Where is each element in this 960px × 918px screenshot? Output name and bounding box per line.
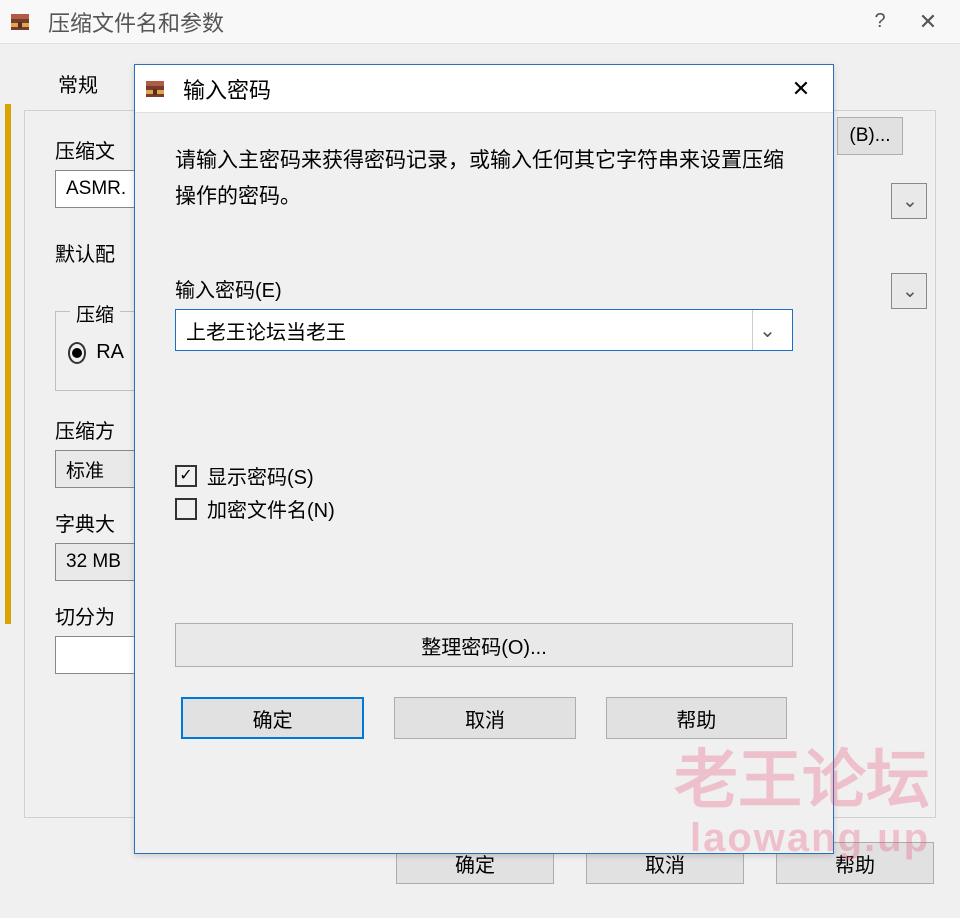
help-button-icon[interactable]: ? bbox=[856, 2, 904, 42]
organize-passwords-button[interactable]: 整理密码(O)... bbox=[175, 623, 793, 667]
organize-passwords-label: 整理密码(O)... bbox=[421, 631, 547, 660]
radio-rar[interactable]: RA bbox=[68, 341, 124, 364]
show-password-checkbox[interactable]: ✓ 显示密码(S) bbox=[175, 461, 793, 490]
checkbox-checked-icon: ✓ bbox=[175, 465, 197, 487]
active-tab-indicator bbox=[5, 104, 11, 624]
winrar-icon bbox=[8, 10, 32, 34]
modal-body: 请输入主密码来获得密码记录，或输入任何其它字符串来设置压缩操作的密码。 输入密码… bbox=[135, 113, 833, 763]
modal-footer: 确定 取消 帮助 bbox=[175, 697, 793, 739]
chevron-down-icon: ⌄ bbox=[902, 280, 918, 303]
filename-combo[interactable]: ASMR. bbox=[55, 170, 135, 208]
browse-button[interactable]: (B)... bbox=[837, 117, 903, 155]
modal-cancel-button[interactable]: 取消 bbox=[394, 697, 575, 739]
encrypt-names-label: 加密文件名(N) bbox=[207, 494, 335, 523]
method-value: 标准 bbox=[66, 456, 104, 483]
password-label: 输入密码(E) bbox=[175, 274, 793, 303]
dict-value: 32 MB bbox=[66, 551, 121, 573]
radio-rar-label: RA bbox=[96, 341, 124, 364]
chevron-down-icon[interactable]: ⌄ bbox=[752, 310, 782, 350]
tab-general-label: 常规 bbox=[58, 75, 98, 97]
radio-icon bbox=[68, 342, 86, 364]
method-combo[interactable]: 标准 bbox=[55, 450, 141, 488]
modal-description: 请输入主密码来获得密码记录，或输入任何其它字符串来设置压缩操作的密码。 bbox=[175, 143, 793, 214]
modal-help-button[interactable]: 帮助 bbox=[606, 697, 787, 739]
password-dialog: 输入密码 ✕ 请输入主密码来获得密码记录，或输入任何其它字符串来设置压缩操作的密… bbox=[134, 64, 834, 854]
tab-general[interactable]: 常规 bbox=[30, 59, 126, 106]
split-input[interactable] bbox=[55, 636, 141, 674]
password-value: 上老王论坛当老王 bbox=[186, 316, 346, 345]
chevron-down-icon: ⌄ bbox=[902, 190, 918, 213]
close-icon[interactable]: ✕ bbox=[904, 2, 952, 42]
show-password-label: 显示密码(S) bbox=[207, 461, 314, 490]
encrypt-names-checkbox[interactable]: 加密文件名(N) bbox=[175, 494, 793, 523]
browse-button-label: (B)... bbox=[849, 125, 890, 147]
modal-ok-button[interactable]: 确定 bbox=[181, 697, 364, 739]
filename-dropdown-toggle[interactable]: ⌄ bbox=[891, 183, 927, 219]
config-dropdown-toggle[interactable]: ⌄ bbox=[891, 273, 927, 309]
password-input[interactable]: 上老王论坛当老王 ⌄ bbox=[175, 309, 793, 351]
main-titlebar: 压缩文件名和参数 ? ✕ bbox=[0, 0, 960, 44]
compress-group-title: 压缩 bbox=[70, 305, 120, 326]
modal-close-icon[interactable]: ✕ bbox=[777, 69, 825, 109]
winrar-icon bbox=[143, 77, 167, 101]
modal-titlebar: 输入密码 ✕ bbox=[135, 65, 833, 113]
main-title: 压缩文件名和参数 bbox=[48, 6, 856, 38]
checkbox-unchecked-icon bbox=[175, 498, 197, 520]
dict-combo[interactable]: 32 MB bbox=[55, 543, 141, 581]
modal-title: 输入密码 bbox=[183, 73, 777, 105]
filename-value: ASMR. bbox=[66, 178, 126, 200]
